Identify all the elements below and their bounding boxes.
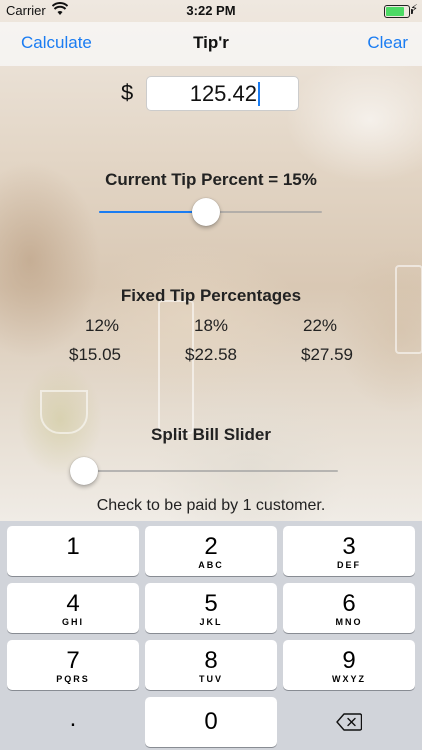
charging-icon: ⚡: [410, 2, 418, 15]
key-letters: MNO: [335, 617, 363, 627]
fixed-tip-percent: 22%: [302, 316, 338, 335]
split-message: Check to be paid by 1 customer.: [96, 497, 326, 514]
tip-slider-fill: [99, 211, 207, 213]
fixed-tip-heading: Fixed Tip Percentages: [120, 286, 302, 305]
tip-slider-thumb[interactable]: [192, 198, 221, 226]
fixed-tip-percent: 18%: [193, 316, 229, 335]
fixed-tip-percent: 12%: [84, 316, 120, 335]
key-7[interactable]: 7 PQRS: [7, 640, 139, 690]
key-digit: 4: [66, 590, 80, 617]
key-0[interactable]: 0: [145, 697, 277, 747]
key-letters: WXYZ: [332, 674, 366, 684]
split-bill-label: Split Bill Slider: [151, 425, 271, 444]
status-bar: Carrier 3:22 PM ⚡: [0, 0, 422, 22]
key-5[interactable]: 5 JKL: [145, 583, 277, 633]
text-caret: [258, 82, 260, 106]
bill-amount-value: 125.42: [189, 81, 257, 106]
clear-button[interactable]: Clear: [367, 33, 408, 53]
split-slider-thumb[interactable]: [70, 457, 98, 485]
backspace-icon: [336, 713, 363, 731]
currency-symbol: $: [121, 80, 134, 105]
bill-amount-input[interactable]: 125.42: [146, 76, 299, 111]
key-digit: 9: [342, 647, 356, 674]
fixed-tip-amount: $27.59: [301, 345, 353, 364]
glass-decoration: [395, 265, 422, 354]
key-digit: 5: [204, 590, 218, 617]
key-digit: 8: [204, 647, 218, 674]
delete-key[interactable]: [283, 697, 415, 747]
clock: 3:22 PM: [186, 3, 236, 18]
fixed-tip-amount: $22.58: [185, 345, 237, 364]
key-digit: 3: [342, 533, 356, 560]
key-letters: ABC: [198, 560, 224, 570]
key-4[interactable]: 4 GHI: [7, 583, 139, 633]
page-title: Tip'r: [193, 33, 229, 52]
key-decimal[interactable]: .: [7, 697, 139, 747]
key-letters: PQRS: [56, 674, 90, 684]
key-2[interactable]: 2 ABC: [145, 526, 277, 576]
key-letters: DEF: [337, 560, 361, 570]
key-letters: JKL: [199, 617, 223, 627]
key-digit: 7: [66, 647, 80, 674]
key-6[interactable]: 6 MNO: [283, 583, 415, 633]
key-9[interactable]: 9 WXYZ: [283, 640, 415, 690]
key-8[interactable]: 8 TUV: [145, 640, 277, 690]
key-digit: 2: [204, 533, 218, 560]
navigation-bar: Calculate Tip'r Clear: [0, 22, 422, 66]
key-digit: .: [69, 705, 77, 732]
key-letters: TUV: [199, 674, 223, 684]
fixed-tip-amount: $15.05: [69, 345, 121, 364]
battery-icon: [384, 5, 413, 18]
key-letters: GHI: [61, 617, 84, 627]
key-digit: 1: [66, 533, 80, 560]
key-digit: 0: [204, 708, 218, 735]
key-3[interactable]: 3 DEF: [283, 526, 415, 576]
key-1[interactable]: 1: [7, 526, 139, 576]
numeric-keypad: 1 2 ABC 3 DEF 4 GHI 5 JKL 6 MNO 7 PQRS 8…: [0, 521, 422, 750]
tip-percent-label: Current Tip Percent = 15%: [105, 170, 317, 189]
split-bill-slider[interactable]: [84, 470, 338, 472]
key-digit: 6: [342, 590, 356, 617]
